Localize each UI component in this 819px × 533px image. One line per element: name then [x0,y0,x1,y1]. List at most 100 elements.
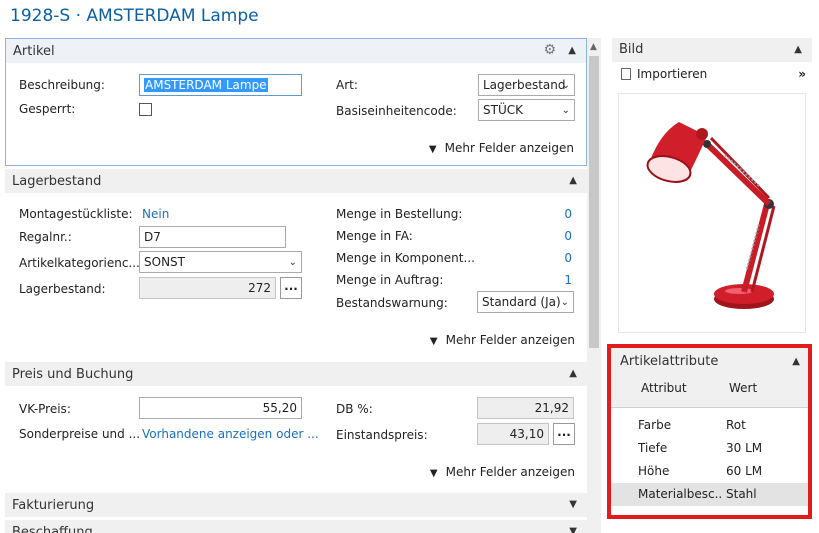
einstand-lookup-button[interactable]: ... [553,423,575,445]
montage-label: Montagestückliste: [19,207,133,221]
more-fields-label: Mehr Felder anzeigen [444,141,574,155]
warnung-select[interactable]: Standard (Ja) ⌄ [477,291,574,313]
column-attribut[interactable]: Attribut [641,381,725,395]
chevron-up-icon[interactable]: ▲ [569,368,577,379]
more-fields-lager[interactable]: ▼ Mehr Felder anzeigen [430,333,575,347]
attribute-value: 30 LM [726,441,763,455]
section-title: Preis und Buchung [12,366,134,382]
more-actions-icon[interactable]: » [798,62,806,86]
section-fakturierung-header[interactable]: Fakturierung ▼ [5,493,587,517]
chevron-down-icon: ⌄ [288,257,297,268]
attribute-name: Höhe [638,464,670,478]
chevron-down-icon: ▼ [429,336,438,347]
more-fields-artikel[interactable]: ▼ Mehr Felder anzeigen [429,141,574,155]
chevron-down-icon: ⌄ [561,105,570,116]
sonder-label: Sonderpreise und ... [19,427,141,441]
beschreibung-input[interactable]: AMSTERDAM Lampe [139,74,302,96]
attribute-header[interactable]: Artikelattribute ▲ [611,348,808,376]
section-title: Artikel [13,43,55,59]
factbox-bild: Bild ▲ Importieren » [612,38,812,333]
attribute-name: Materialbesc... [638,487,722,501]
bild-header[interactable]: Bild ▲ [612,38,812,62]
auftrag-label: Menge in Auftrag: [336,273,444,287]
basis-label: Basiseinheitencode: [336,104,457,118]
einstand-value: 43,10 [509,427,544,441]
chevron-up-icon[interactable]: ▲ [794,38,802,62]
regal-input[interactable]: D7 [139,226,286,248]
chevron-down-icon: ▼ [429,468,438,479]
kategorie-select[interactable]: SONST ⌄ [139,251,302,273]
attribute-row[interactable]: Tiefe 30 LM [611,437,808,460]
attribute-value: Rot [726,418,746,432]
bestand-value: 272 [248,281,271,295]
einstand-input[interactable]: 43,10 [477,423,549,445]
art-value: Lagerbestand [483,78,566,92]
attribute-row[interactable]: Farbe Rot [611,414,808,437]
regal-label: Regalnr.: [19,230,72,244]
section-beschaffung-header[interactable]: Beschaffung ▼ [5,520,587,533]
sonder-link[interactable]: Vorhandene anzeigen oder ... [142,427,319,441]
regal-value: D7 [144,230,161,244]
item-picture [618,93,806,333]
scrollbar-thumb[interactable] [589,56,599,348]
chevron-down-icon: ⌄ [560,297,569,308]
fa-value[interactable]: 0 [542,229,572,243]
beschreibung-label: Beschreibung: [19,78,105,92]
chevron-down-icon[interactable]: ▼ [569,499,577,510]
main-scrollbar[interactable]: ▲ [587,38,601,533]
komponent-label: Menge in Komponent... [336,251,475,265]
more-fields-label: Mehr Felder anzeigen [445,465,575,479]
bestand-label: Lagerbestand: [19,282,106,296]
chevron-up-icon[interactable]: ▲ [792,348,800,376]
basis-select[interactable]: STÜCK ⌄ [478,99,575,121]
komponent-value[interactable]: 0 [542,251,572,265]
bild-title: Bild [619,42,644,57]
attribute-column-header: Attribut Wert [611,376,808,408]
fa-label: Menge in FA: [336,229,413,243]
basis-value: STÜCK [483,103,523,117]
bestellung-value[interactable]: 0 [542,207,572,221]
warnung-value: Standard (Ja) [482,295,561,309]
import-label: Importieren [637,67,708,81]
section-preis-header[interactable]: Preis und Buchung ▲ [5,362,587,386]
db-input[interactable]: 21,92 [477,397,574,419]
more-fields-label: Mehr Felder anzeigen [445,333,575,347]
bestand-lookup-button[interactable]: ... [280,277,302,299]
bestellung-label: Menge in Bestellung: [336,207,463,221]
beschreibung-value: AMSTERDAM Lampe [144,78,268,92]
factbox-artikelattribute: Artikelattribute ▲ Attribut Wert Farbe R… [607,344,812,519]
gesperrt-checkbox[interactable] [139,103,152,116]
scroll-up-icon[interactable]: ▲ [590,42,597,52]
attribute-row[interactable]: Höhe 60 LM [611,460,808,483]
attribute-value: Stahl [726,487,757,501]
section-lagerbestand-header[interactable]: Lagerbestand ▲ [5,169,587,193]
attribute-title: Artikelattribute [620,354,719,369]
db-value: 21,92 [534,401,569,415]
einstand-label: Einstandspreis: [336,428,428,442]
vk-label: VK-Preis: [19,402,71,416]
kategorie-value: SONST [144,255,185,269]
attribute-name: Farbe [638,418,672,432]
art-label: Art: [336,78,358,92]
attribute-name: Tiefe [638,441,668,455]
chevron-down-icon[interactable]: ▼ [569,526,577,533]
chevron-up-icon[interactable]: ▲ [569,175,577,186]
more-fields-preis[interactable]: ▼ Mehr Felder anzeigen [430,465,575,479]
section-artikel-header[interactable]: Artikel ⚙ ▲ [6,39,586,63]
auftrag-value[interactable]: 1 [542,273,572,287]
column-wert[interactable]: Wert [729,381,757,395]
chevron-down-icon: ⌄ [561,80,570,91]
section-title: Lagerbestand [12,173,102,189]
art-select[interactable]: Lagerbestand ⌄ [478,74,575,96]
montage-value[interactable]: Nein [142,207,169,221]
bestand-input[interactable]: 272 [139,277,276,299]
main-content: Artikel ⚙ ▲ Beschreibung: AMSTERDAM Lamp… [5,38,587,533]
gesperrt-label: Gesperrt: [19,102,76,116]
attribute-row-selected[interactable]: Materialbesc... Stahl [611,483,808,506]
section-preis: Preis und Buchung ▲ VK-Preis: 55,20 Sond… [5,362,587,486]
chevron-up-icon[interactable]: ▲ [568,45,576,56]
vk-input[interactable]: 55,20 [139,397,302,419]
import-button[interactable]: Importieren » [612,62,812,86]
settings-icon[interactable]: ⚙ [543,42,556,58]
lamp-image [646,122,776,309]
